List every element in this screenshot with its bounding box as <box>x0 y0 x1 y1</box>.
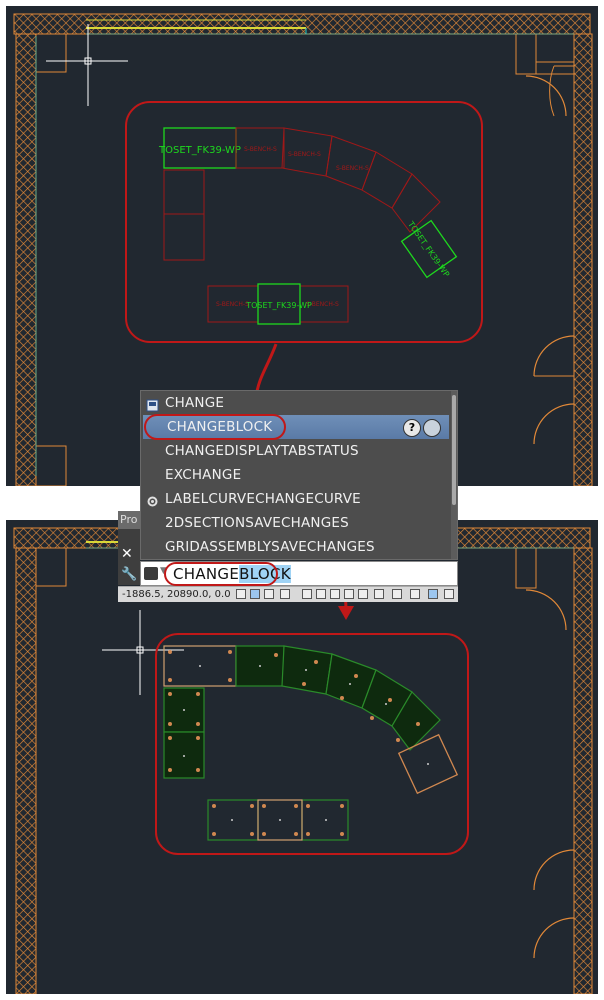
globe-icon[interactable] <box>423 419 441 437</box>
snap-toggle[interactable] <box>236 589 246 599</box>
help-icon[interactable]: ? <box>403 419 421 437</box>
grid-toggle[interactable] <box>250 589 260 599</box>
settings-icon <box>146 492 159 507</box>
ducs-toggle[interactable] <box>330 589 340 599</box>
tpy-toggle[interactable] <box>374 589 384 599</box>
status-bar: -1886.5, 20890.0, 0.0 <box>118 586 458 602</box>
suggestion-scrollbar[interactable] <box>451 391 457 559</box>
ortho-toggle[interactable] <box>264 589 274 599</box>
svg-text:TOSET_FK39-WP: TOSET_FK39-WP <box>245 301 312 310</box>
palette-tab[interactable]: Pro <box>118 511 140 529</box>
suggestion-item[interactable]: CHANGEDISPLAYTABSTATUS <box>141 439 451 463</box>
svg-text:S-BENCH-S: S-BENCH-S <box>216 301 249 308</box>
svg-text:S-BENCH-S: S-BENCH-S <box>288 151 321 158</box>
close-icon[interactable]: ✕ <box>121 546 133 562</box>
command-suggestion-list[interactable]: CHANGE CHANGEBLOCK ? CHANGEDISPLAYTABSTA… <box>140 390 458 560</box>
crosshair-cursor <box>46 24 128 106</box>
svg-text:S-BENCH-S: S-BENCH-S <box>244 146 277 153</box>
block-green-bottom: TOSET_FK39-WP <box>245 283 312 325</box>
command-text: CHANGEBLOCK <box>173 565 291 583</box>
command-line-input[interactable]: ▼ CHANGEBLOCK <box>140 561 458 586</box>
coordinate-readout: -1886.5, 20890.0, 0.0 <box>122 589 231 600</box>
command-prompt-icon <box>144 567 158 580</box>
otrack-toggle[interactable] <box>316 589 326 599</box>
suggestion-item[interactable]: CHANGE <box>141 391 451 415</box>
block-icon <box>146 396 159 412</box>
dyn-toggle[interactable] <box>344 589 354 599</box>
block-green-topleft: TOSET_FK39-WP <box>158 127 241 169</box>
suggestion-item[interactable]: EXCHANGE <box>141 463 451 487</box>
qp-toggle[interactable] <box>392 589 402 599</box>
chevron-down-icon[interactable]: ▼ <box>160 566 167 576</box>
suggestion-item-selected[interactable]: CHANGEBLOCK ? <box>143 415 449 439</box>
model-toggle[interactable] <box>444 589 454 599</box>
replaced-blocks <box>163 645 441 841</box>
svg-text:TOSET_FK39-WP: TOSET_FK39-WP <box>406 219 452 279</box>
suggestion-item[interactable]: LABELCURVECHANGECURVE <box>141 487 451 511</box>
sc-toggle[interactable] <box>428 589 438 599</box>
osnap-toggle[interactable] <box>302 589 312 599</box>
plus-icon[interactable] <box>410 589 420 599</box>
svg-text:S-BENCH-S: S-BENCH-S <box>336 165 369 172</box>
svg-text:TOSET_FK39-WP: TOSET_FK39-WP <box>158 145 241 156</box>
polar-toggle[interactable] <box>280 589 290 599</box>
block-green-right: TOSET_FK39-WP <box>400 219 458 279</box>
lwt-toggle[interactable] <box>358 589 368 599</box>
wrench-icon[interactable]: 🔧 <box>121 567 137 582</box>
suggestion-item[interactable]: 2DSECTIONSAVECHANGES <box>141 511 451 535</box>
suggestion-item[interactable]: GRIDASSEMBLYSAVECHANGES <box>141 535 451 559</box>
